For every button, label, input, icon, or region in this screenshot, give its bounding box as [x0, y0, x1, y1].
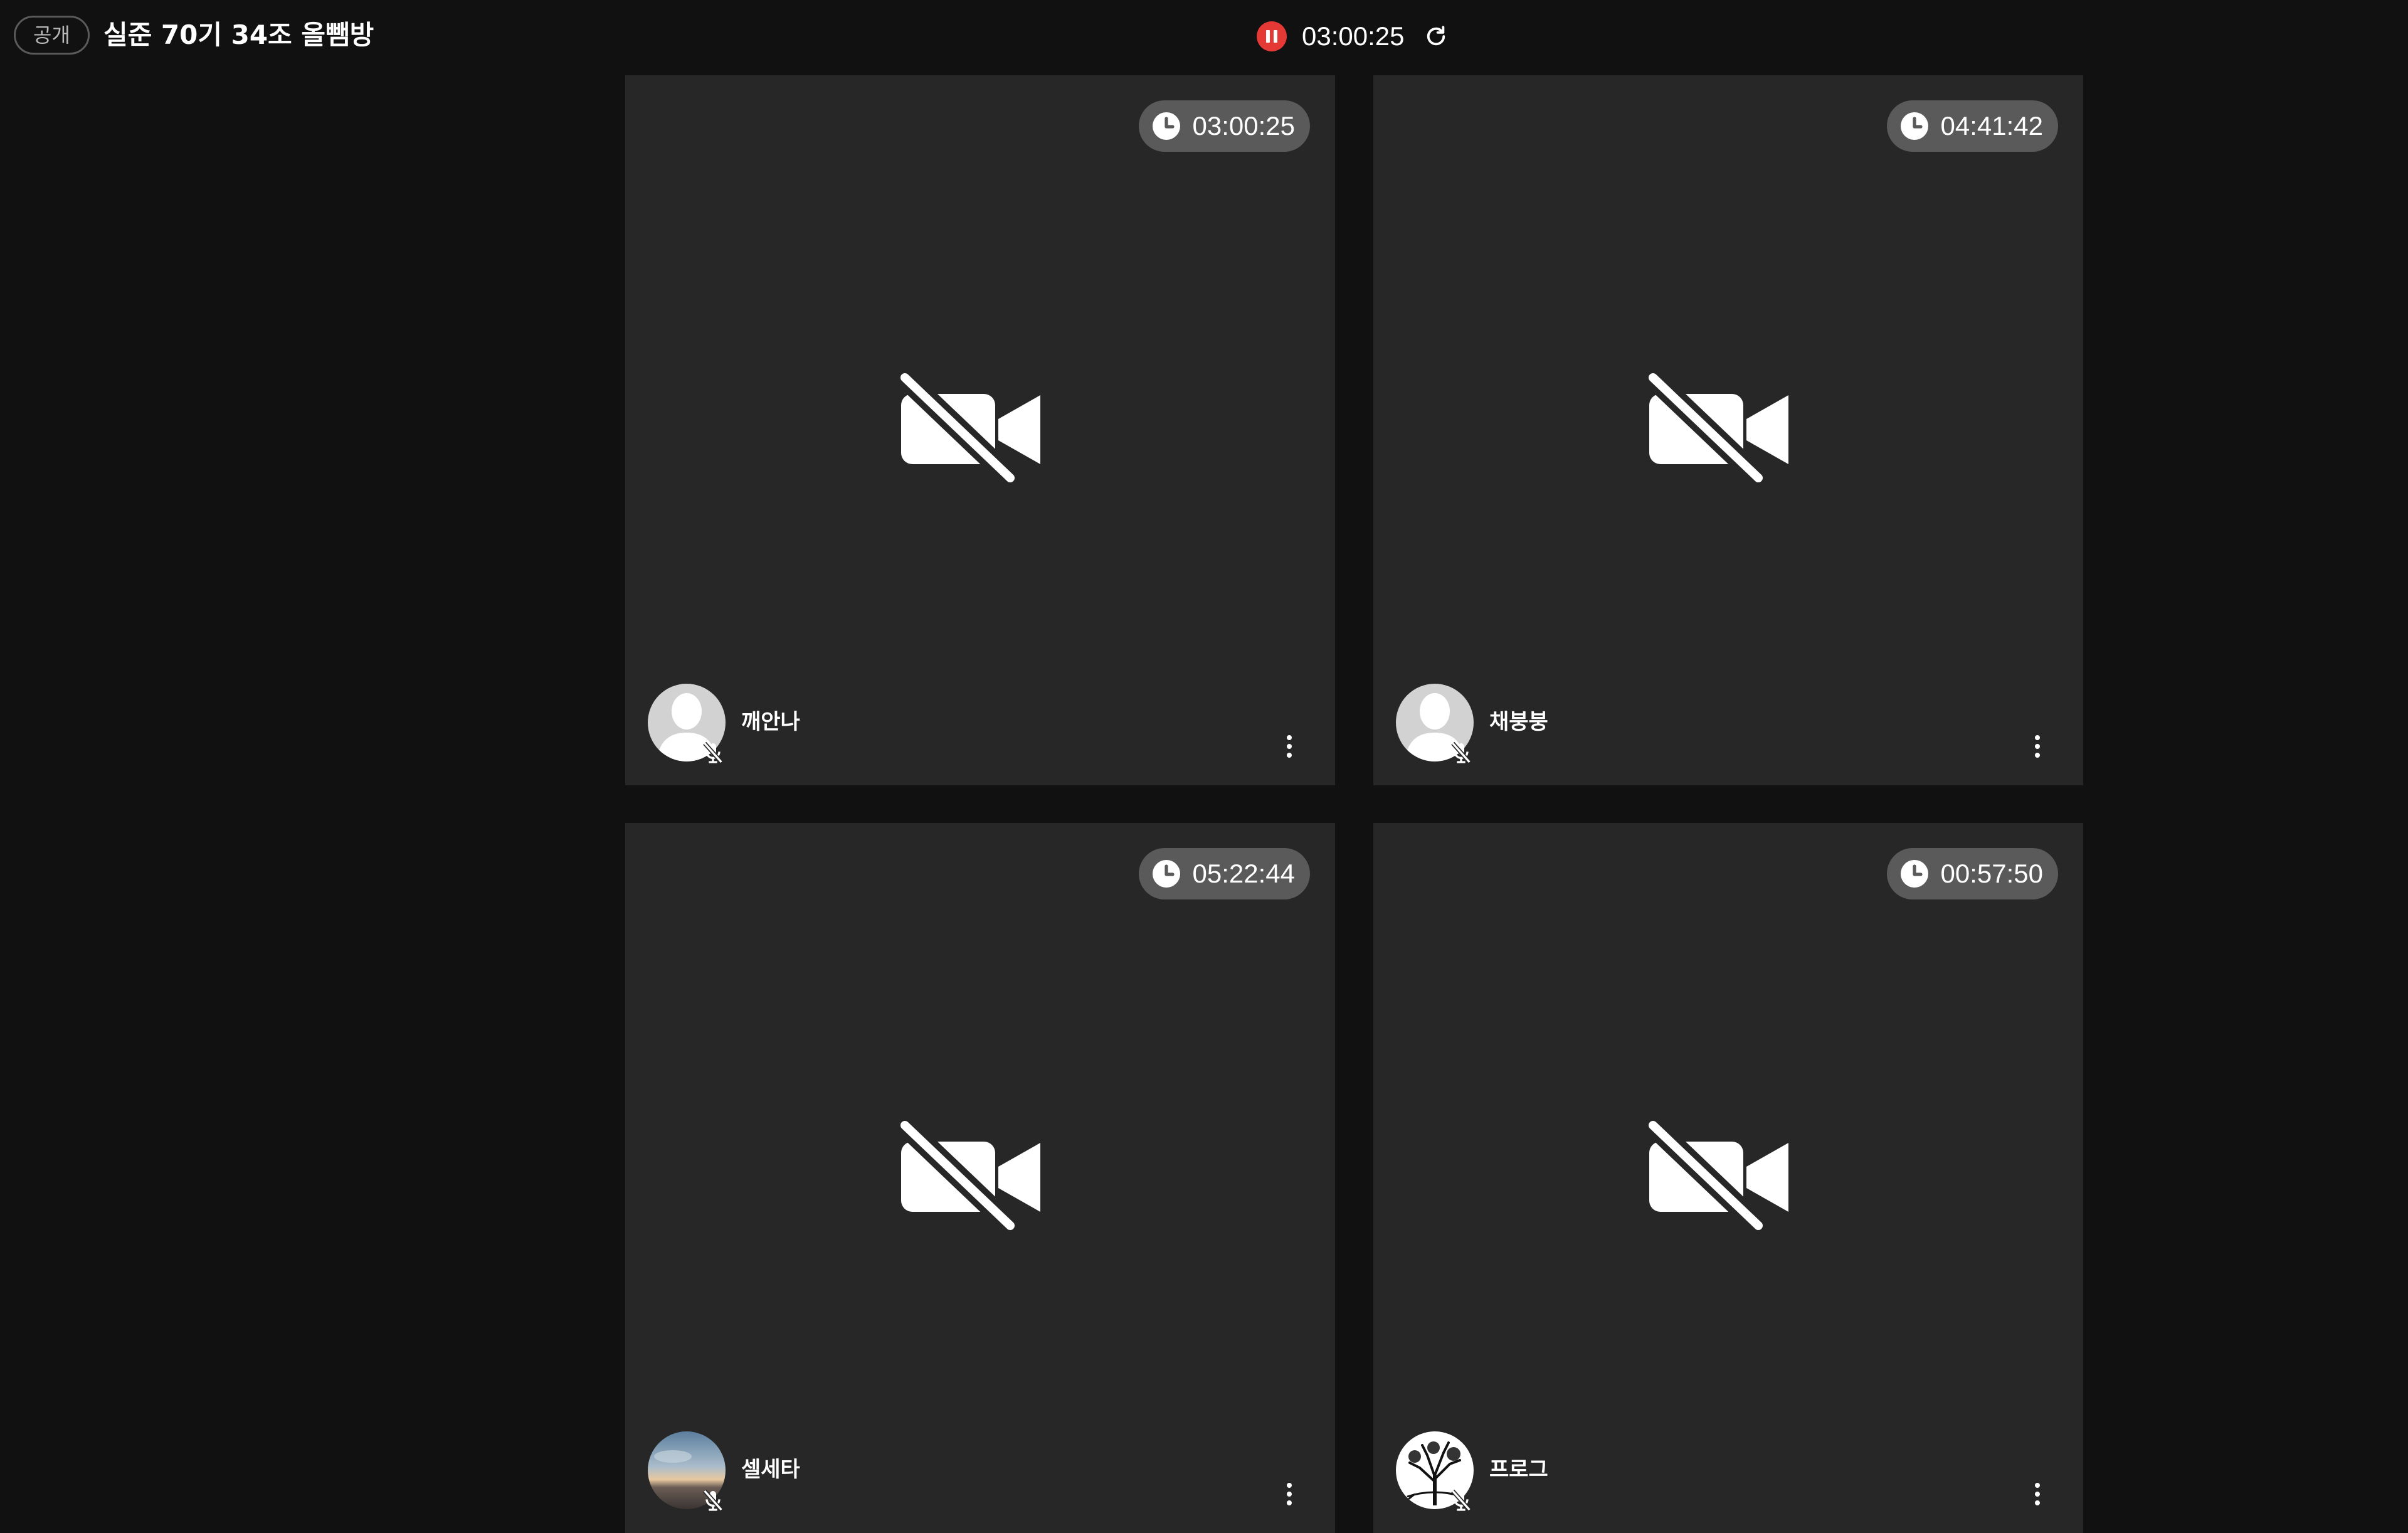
- study-time: 04:41:42: [1940, 111, 2044, 141]
- participant-tile: 03:00:25 깨안나: [625, 75, 1335, 785]
- participant-name: 깨안나: [741, 709, 800, 735]
- study-time: 00:57:50: [1940, 859, 2044, 888]
- room-title: 실준 70기 34조 올뺌방: [103, 19, 374, 50]
- mic-off-icon: [1451, 741, 1471, 764]
- more-options-button[interactable]: [2029, 1475, 2046, 1513]
- camera-off-icon: [895, 370, 1040, 489]
- more-vertical-icon: [2035, 735, 2040, 740]
- camera-off-icon: [1643, 370, 1788, 489]
- mic-off-icon: [703, 741, 723, 764]
- more-vertical-icon: [2035, 1483, 2040, 1488]
- more-options-button[interactable]: [1281, 728, 1297, 765]
- top-bar: 공개 실준 70기 34조 올뺌방 03:00:25: [0, 0, 2408, 74]
- clock-icon: [1152, 860, 1180, 888]
- participant-name: 셀세타: [741, 1457, 800, 1482]
- clock-icon: [1900, 860, 1928, 888]
- more-vertical-icon: [1287, 1483, 1292, 1488]
- session-timer: 03:00:25: [1257, 19, 1451, 54]
- study-time-badge: 03:00:25: [1138, 100, 1310, 152]
- participant-name: 채붕붕: [1489, 709, 1548, 735]
- more-options-button[interactable]: [1281, 1475, 1297, 1513]
- camera-off-icon: [1643, 1118, 1788, 1236]
- study-time-badge: 00:57:50: [1886, 848, 2058, 899]
- clock-icon: [1152, 112, 1180, 140]
- refresh-icon: [1427, 26, 1445, 46]
- pause-icon: [1266, 30, 1270, 43]
- participant-tile: 04:41:42 채붕붕: [1373, 75, 2083, 785]
- elapsed-time: 03:00:25: [1302, 21, 1405, 51]
- mic-off-icon: [703, 1489, 723, 1512]
- clock-icon: [1900, 112, 1928, 140]
- study-time: 05:22:44: [1192, 859, 1296, 888]
- study-time: 03:00:25: [1192, 111, 1296, 141]
- participant-tile: 00:57:50 프로그: [1373, 823, 2083, 1533]
- participant-name: 프로그: [1489, 1457, 1548, 1482]
- refresh-button[interactable]: [1421, 21, 1451, 51]
- more-vertical-icon: [1287, 735, 1292, 740]
- study-time-badge: 05:22:44: [1138, 848, 1310, 899]
- camera-off-icon: [895, 1118, 1040, 1236]
- visibility-badge: 공개: [14, 16, 90, 55]
- mic-off-icon: [1451, 1489, 1471, 1512]
- study-time-badge: 04:41:42: [1886, 100, 2058, 152]
- pause-button[interactable]: [1257, 21, 1287, 51]
- more-options-button[interactable]: [2029, 728, 2046, 765]
- participant-tile: 05:22:44 셀세타: [625, 823, 1335, 1533]
